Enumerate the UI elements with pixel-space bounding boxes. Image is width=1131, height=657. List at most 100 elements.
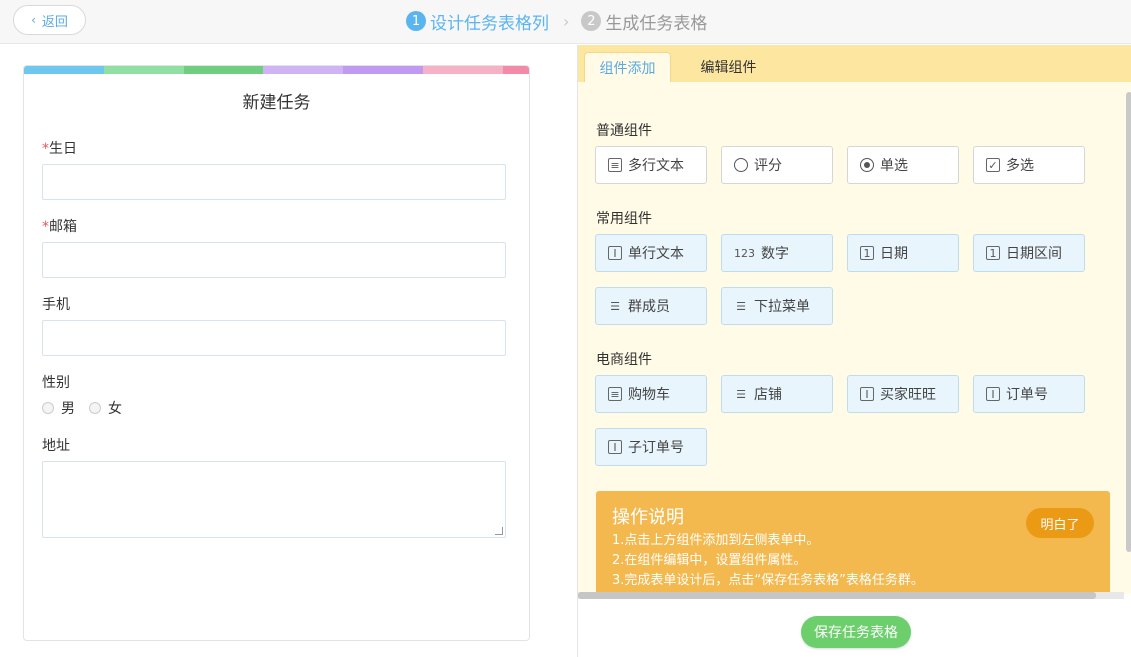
- field-address: 地址: [42, 435, 506, 538]
- field-gender-label: 性别: [42, 375, 70, 391]
- stripe-segment: [263, 66, 344, 74]
- component-single-choice[interactable]: 单选: [847, 146, 959, 184]
- stripe-segment: [103, 66, 184, 74]
- step-2: 2 生成任务表格: [581, 9, 707, 34]
- gender-option-female[interactable]: 女: [89, 398, 122, 418]
- instructions-title: 操作说明: [612, 507, 684, 528]
- section-title-common: 常用组件: [596, 211, 652, 227]
- component-panel: 组件添加 编辑组件 普通组件 ≡ 多行文本 评分 单选 ✓ 多选 常用组件 I …: [577, 45, 1131, 657]
- component-order-number[interactable]: I 订单号: [973, 375, 1085, 413]
- text-field-icon: I: [860, 387, 874, 401]
- field-birthday-text: 生日: [49, 141, 77, 157]
- stripe-segment: [502, 66, 529, 74]
- component-label: 日期: [880, 246, 908, 262]
- back-button-label: 返回: [41, 14, 68, 30]
- instruction-line: 3.完成表单设计后，点击“保存任务表格”表格任务群。: [612, 573, 924, 588]
- step-1: 1 设计任务表格列: [406, 9, 549, 34]
- shop-list-icon: ☰: [736, 387, 746, 401]
- component-date-range[interactable]: 1 日期区间: [973, 234, 1085, 272]
- list-icon: ☰: [610, 299, 620, 313]
- component-single-line-text[interactable]: I 单行文本: [595, 234, 707, 272]
- top-bar: ‹ 返回 1 设计任务表格列 › 2 生成任务表格: [0, 0, 1131, 44]
- component-multi-choice[interactable]: ✓ 多选: [973, 146, 1085, 184]
- text-field-icon: I: [608, 246, 622, 260]
- calendar-range-icon: 1: [986, 246, 1000, 260]
- component-label: 多行文本: [628, 158, 684, 174]
- number-icon: 123: [734, 246, 755, 260]
- email-input[interactable]: [42, 242, 506, 278]
- component-cart[interactable]: ≡ 购物车: [595, 375, 707, 413]
- component-label: 单行文本: [628, 246, 684, 262]
- gender-option-male[interactable]: 男: [42, 398, 75, 418]
- vertical-scrollbar[interactable]: [1126, 92, 1131, 552]
- field-email-text: 邮箱: [49, 219, 77, 235]
- stripe-segment: [343, 66, 423, 74]
- instruction-line: 1.点击上方组件添加到左侧表单中。: [612, 533, 820, 548]
- component-date[interactable]: 1 日期: [847, 234, 959, 272]
- component-label: 日期区间: [1006, 246, 1062, 262]
- component-label: 多选: [1006, 158, 1034, 174]
- radio-circle[interactable]: [89, 402, 101, 414]
- birthday-input[interactable]: [42, 164, 506, 200]
- tab-add-component[interactable]: 组件添加: [584, 52, 671, 82]
- section-title-normal: 普通组件: [596, 123, 652, 139]
- component-label: 店铺: [754, 387, 782, 403]
- resize-handle-icon[interactable]: [495, 527, 503, 535]
- component-sub-order-number[interactable]: I 子订单号: [595, 428, 707, 466]
- checkbox-icon: ✓: [986, 158, 1000, 172]
- save-task-table-button[interactable]: 保存任务表格: [801, 616, 911, 648]
- component-label: 订单号: [1006, 387, 1048, 403]
- back-button[interactable]: ‹ 返回: [13, 5, 86, 35]
- panel-tabs: 组件添加 编辑组件: [578, 45, 1131, 82]
- section-title-ecommerce: 电商组件: [596, 352, 652, 368]
- component-number[interactable]: 123 数字: [721, 234, 833, 272]
- cart-icon: ≡: [608, 387, 622, 401]
- radio-icon: [860, 158, 874, 172]
- instruction-line: 2.在组件编辑中，设置组件属性。: [612, 553, 807, 568]
- gender-option-label: 男: [61, 401, 75, 417]
- radio-circle[interactable]: [42, 402, 54, 414]
- component-multiline-text[interactable]: ≡ 多行文本: [595, 146, 707, 184]
- gender-option-label: 女: [108, 401, 122, 417]
- required-mark: *: [42, 219, 49, 235]
- phone-input[interactable]: [42, 320, 506, 356]
- component-dropdown[interactable]: ☰ 下拉菜单: [721, 287, 833, 325]
- component-shop[interactable]: ☰ 店铺: [721, 375, 833, 413]
- step-2-label: 生成任务表格: [605, 13, 708, 34]
- step-1-label: 设计任务表格列: [430, 13, 549, 34]
- tab-edit-component[interactable]: 编辑组件: [686, 52, 771, 82]
- pie-icon: [734, 158, 748, 172]
- field-email-label: *邮箱: [42, 216, 506, 236]
- step-indicator: 1 设计任务表格列 › 2 生成任务表格: [406, 8, 707, 34]
- form-title: 新建任务: [242, 93, 311, 113]
- component-buyer-wangwang[interactable]: I 买家旺旺: [847, 375, 959, 413]
- field-phone: 手机: [42, 294, 506, 356]
- gender-radio-group: 男 女: [42, 398, 506, 418]
- field-email: *邮箱: [42, 216, 506, 278]
- address-textarea[interactable]: [42, 461, 506, 538]
- component-label: 单选: [880, 158, 908, 174]
- got-it-button[interactable]: 明白了: [1026, 508, 1094, 538]
- calendar-icon: 1: [860, 246, 874, 260]
- component-label: 购物车: [628, 387, 670, 403]
- component-label: 买家旺旺: [880, 387, 936, 403]
- stripe-segment: [24, 66, 104, 74]
- field-phone-label: 手机: [42, 297, 70, 313]
- form-preview-card: 新建任务 *生日 *邮箱 手机 性别 男 女 地址: [23, 65, 530, 641]
- color-stripe: [24, 66, 529, 74]
- step-2-number: 2: [581, 11, 602, 31]
- horizontal-scrollbar-thumb[interactable]: [578, 592, 1096, 599]
- field-gender: 性别 男 女: [42, 372, 506, 418]
- text-field-icon: I: [608, 440, 622, 454]
- doc-lines-icon: ≡: [608, 158, 622, 172]
- instructions-box: 操作说明 1.点击上方组件添加到左侧表单中。 2.在组件编辑中，设置组件属性。 …: [596, 491, 1110, 594]
- horizontal-scrollbar[interactable]: [578, 592, 1124, 599]
- field-birthday-label: *生日: [42, 138, 506, 158]
- panel-content: 普通组件 ≡ 多行文本 评分 单选 ✓ 多选 常用组件 I 单行文本 123 数…: [578, 82, 1131, 594]
- dropdown-list-icon: ☰: [736, 299, 746, 313]
- component-group-member[interactable]: ☰ 群成员: [595, 287, 707, 325]
- component-rating[interactable]: 评分: [721, 146, 833, 184]
- component-label: 数字: [761, 246, 789, 262]
- stripe-segment: [183, 66, 264, 74]
- component-label: 下拉菜单: [754, 299, 810, 315]
